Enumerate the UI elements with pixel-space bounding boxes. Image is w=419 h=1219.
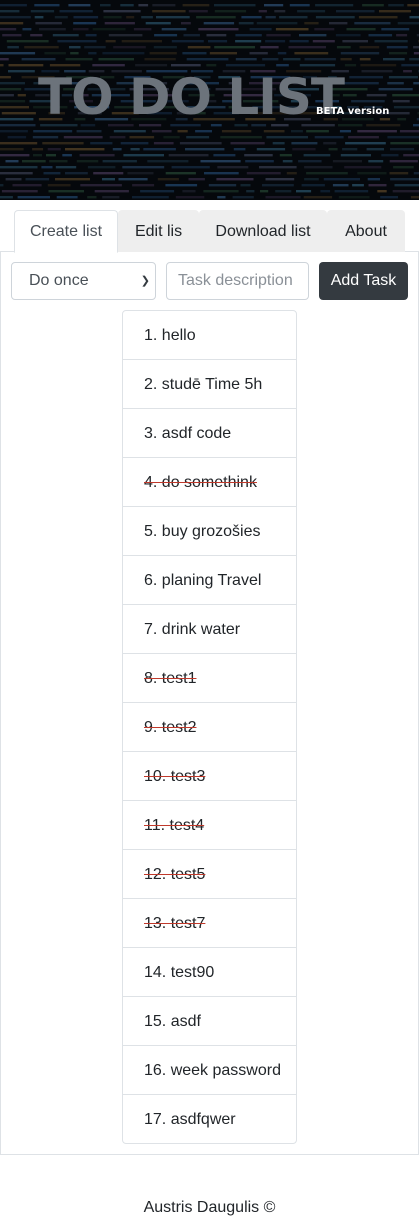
tab-about[interactable]: About	[327, 210, 405, 252]
task-item[interactable]: 14. test90	[123, 948, 296, 997]
footer-credit: Austris Daugulis ©	[143, 1199, 276, 1216]
add-task-button[interactable]: Add Task	[319, 262, 408, 300]
task-item[interactable]: 8. test1	[123, 654, 296, 703]
frequency-selected-value: Do once	[29, 272, 89, 289]
frequency-select[interactable]: Do once ❯	[11, 262, 156, 300]
task-item[interactable]: 10. test3	[123, 752, 296, 801]
header-banner: TO DO LIST BETA version	[0, 0, 419, 200]
app-title: TO DO LIST	[38, 68, 345, 126]
tab-download-list[interactable]: Download list	[199, 210, 327, 252]
task-item[interactable]: 17. asdfqwer	[123, 1095, 296, 1143]
beta-badge: BETA version	[316, 106, 390, 117]
task-list: 1. hello 2. studē Time 5h 3. asdf code 4. d…	[122, 310, 297, 1144]
task-item[interactable]: 2. studē Time 5h	[123, 360, 296, 409]
task-item[interactable]: 7. drink water	[123, 605, 296, 654]
tab-create-list[interactable]: Create list	[14, 210, 118, 253]
task-item[interactable]: 3. asdf code	[123, 409, 296, 458]
task-item[interactable]: 11. test4	[123, 801, 296, 850]
tab-edit-list[interactable]: Edit lis	[118, 210, 199, 252]
task-item[interactable]: 1. hello	[123, 311, 296, 360]
task-item[interactable]: 16. week password	[123, 1046, 296, 1095]
task-item[interactable]: 4. do somethink	[123, 458, 296, 507]
task-item[interactable]: 5. buy grozošies	[123, 507, 296, 556]
task-item[interactable]: 15. asdf	[123, 997, 296, 1046]
task-description-input[interactable]: Task description	[166, 262, 309, 300]
task-item[interactable]: 6. planing Travel	[123, 556, 296, 605]
task-item[interactable]: 9. test2	[123, 703, 296, 752]
task-item[interactable]: 13. test7	[123, 899, 296, 948]
tab-bar: Create list Edit lis Download list About	[0, 210, 419, 253]
chevron-down-icon: ❯	[140, 275, 150, 287]
task-item[interactable]: 12. test5	[123, 850, 296, 899]
